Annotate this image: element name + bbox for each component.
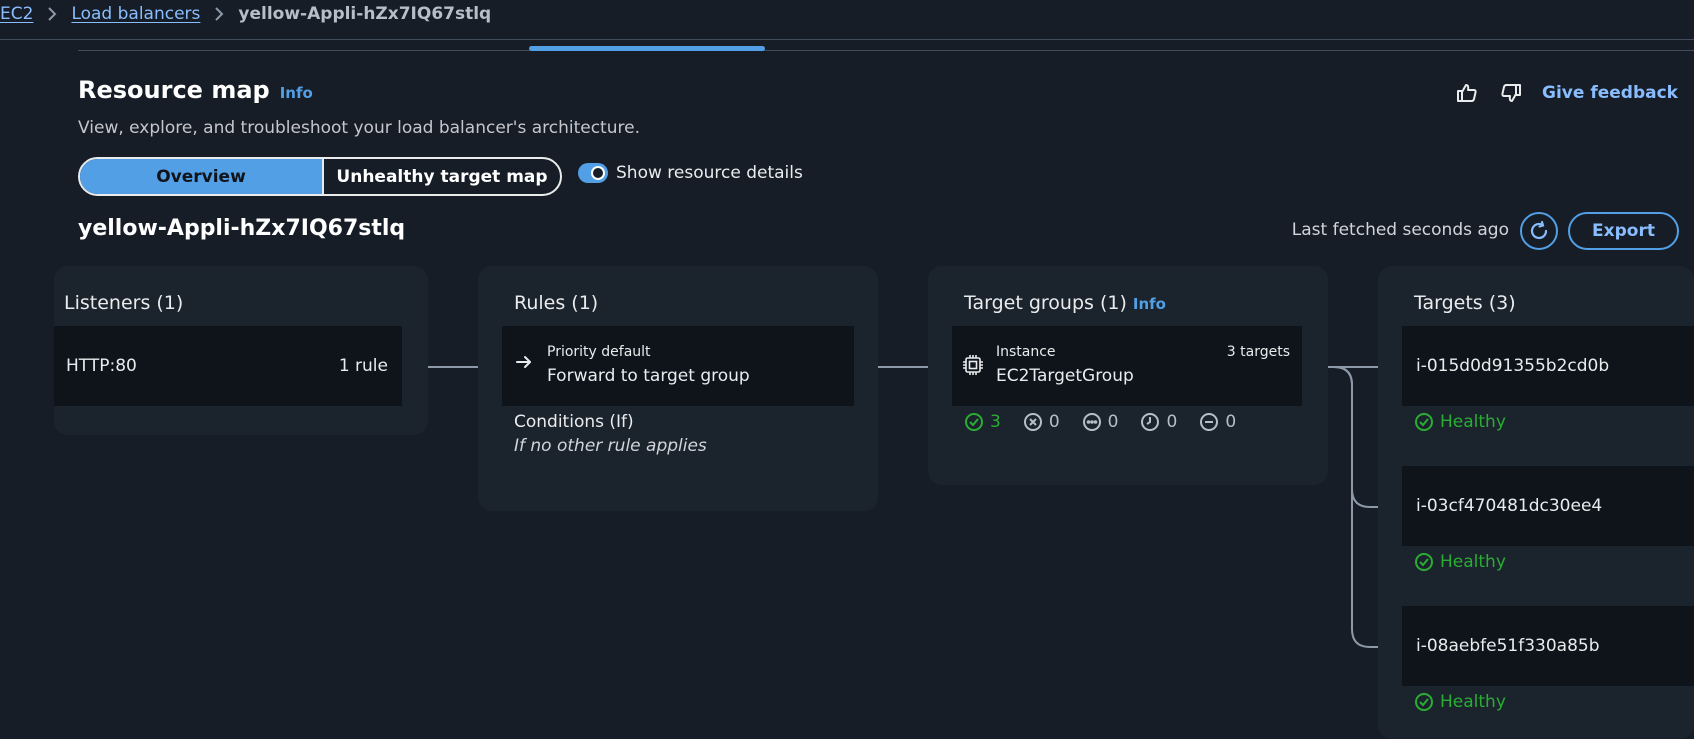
check-circle-icon [1415, 553, 1433, 571]
target-status-label: Healthy [1440, 552, 1506, 572]
pending-count-value: 0 [1166, 412, 1178, 432]
export-button[interactable]: Export [1568, 212, 1679, 250]
page-title: Resource map [78, 76, 270, 104]
resource-details-toggle-group: Show resource details [578, 163, 803, 183]
target-id: i-08aebfe51f330a85b [1416, 636, 1600, 656]
clock-icon [1141, 413, 1160, 431]
give-feedback-link[interactable]: Give feedback [1542, 83, 1678, 103]
target-groups-panel: Target groups (1) Info Instance EC2Targe… [928, 266, 1328, 485]
target-group-count: 3 targets [1226, 344, 1290, 360]
check-circle-icon [1415, 413, 1433, 431]
targets-panel: Targets (3) i-015d0d91355b2cd0b Healthy … [1378, 266, 1694, 739]
feedback-bar: Give feedback [1454, 80, 1678, 106]
target-card[interactable]: i-015d0d91355b2cd0b [1402, 326, 1694, 406]
listener-name: HTTP:80 [66, 356, 137, 376]
check-circle-icon [965, 413, 983, 431]
ellipsis-circle-icon [1082, 413, 1101, 431]
target-id: i-015d0d91355b2cd0b [1416, 356, 1610, 376]
rule-action: Forward to target group [547, 366, 750, 386]
toggle-label: Show resource details [616, 163, 803, 183]
breadcrumb: EC2 Load balancers yellow-Appli-hZx7IQ67… [0, 0, 491, 28]
page-description: View, explore, and troubleshoot your loa… [78, 118, 640, 138]
unhealthy-target-map-tab[interactable]: Unhealthy target map [322, 159, 560, 194]
rules-title: Rules (1) [514, 292, 599, 314]
listener-rule-count: 1 rule [338, 356, 388, 376]
healthy-count: 3 [964, 412, 1001, 432]
breadcrumb-load-balancers-link[interactable]: Load balancers [71, 4, 200, 24]
refresh-button[interactable] [1520, 212, 1558, 250]
chip-icon [962, 354, 984, 380]
rules-panel: Rules (1) Priority default Forward to ta… [478, 266, 878, 511]
chevron-right-icon [214, 6, 224, 22]
target-status: Healthy [1414, 552, 1506, 572]
targets-title: Targets (3) [1414, 292, 1516, 314]
target-groups-info-link[interactable]: Info [1133, 295, 1166, 313]
target-status-label: Healthy [1440, 412, 1506, 432]
target-card[interactable]: i-03cf470481dc30ee4 [1402, 466, 1694, 546]
target-status: Healthy [1414, 412, 1506, 432]
unhealthy-count-value: 0 [1048, 412, 1060, 432]
target-health-counts: 3 0 0 0 0 [964, 412, 1236, 432]
tab-divider [78, 50, 1694, 51]
target-group-type: Instance [996, 344, 1056, 360]
rule-priority: Priority default [547, 344, 651, 360]
chevron-right-icon [47, 6, 57, 22]
show-resource-details-toggle[interactable] [578, 163, 608, 183]
target-card[interactable]: i-08aebfe51f330a85b [1402, 606, 1694, 686]
refresh-icon [1530, 220, 1548, 240]
target-groups-title: Target groups (1) [964, 292, 1127, 314]
last-fetched-text: Last fetched seconds ago [1291, 220, 1509, 240]
load-balancer-name: yellow-Appli-hZx7IQ67stlq [78, 216, 406, 241]
pending-count: 0 [1140, 412, 1177, 432]
x-circle-icon [1023, 413, 1042, 431]
listeners-panel: Listeners (1) HTTP:80 1 rule [54, 266, 428, 435]
listeners-title: Listeners (1) [64, 292, 184, 314]
target-status-label: Healthy [1440, 692, 1506, 712]
thumbs-down-icon[interactable] [1498, 80, 1524, 106]
title-row: Resource map Info [78, 76, 313, 104]
target-id: i-03cf470481dc30ee4 [1416, 496, 1603, 516]
breadcrumb-current: yellow-Appli-hZx7IQ67stlq [238, 4, 492, 24]
resource-map-info-link[interactable]: Info [280, 84, 313, 102]
target-status: Healthy [1414, 692, 1506, 712]
thumbs-up-icon[interactable] [1454, 80, 1480, 106]
draining-count: 0 [1199, 412, 1236, 432]
active-tab-indicator [529, 46, 765, 51]
conditions-text: If no other rule applies [514, 436, 707, 456]
draining-count-value: 0 [1225, 412, 1237, 432]
unused-count-value: 0 [1107, 412, 1119, 432]
target-groups-header: Target groups (1) Info [964, 292, 1166, 314]
view-switcher: Overview Unhealthy target map [78, 157, 562, 196]
overview-tab[interactable]: Overview [80, 159, 322, 194]
listener-card[interactable]: HTTP:80 1 rule [54, 326, 402, 406]
rule-card[interactable]: Priority default Forward to target group [502, 326, 854, 406]
unused-count: 0 [1082, 412, 1119, 432]
unhealthy-count: 0 [1023, 412, 1060, 432]
minus-circle-icon [1200, 413, 1219, 431]
healthy-count-value: 3 [990, 412, 1001, 432]
target-group-card[interactable]: Instance EC2TargetGroup 3 targets [952, 326, 1302, 406]
conditions-title: Conditions (If) [514, 412, 634, 432]
arrow-right-icon [514, 352, 534, 376]
divider [0, 39, 1694, 40]
check-circle-icon [1415, 693, 1433, 711]
target-group-name: EC2TargetGroup [996, 366, 1134, 386]
breadcrumb-ec2-link[interactable]: EC2 [0, 4, 33, 24]
